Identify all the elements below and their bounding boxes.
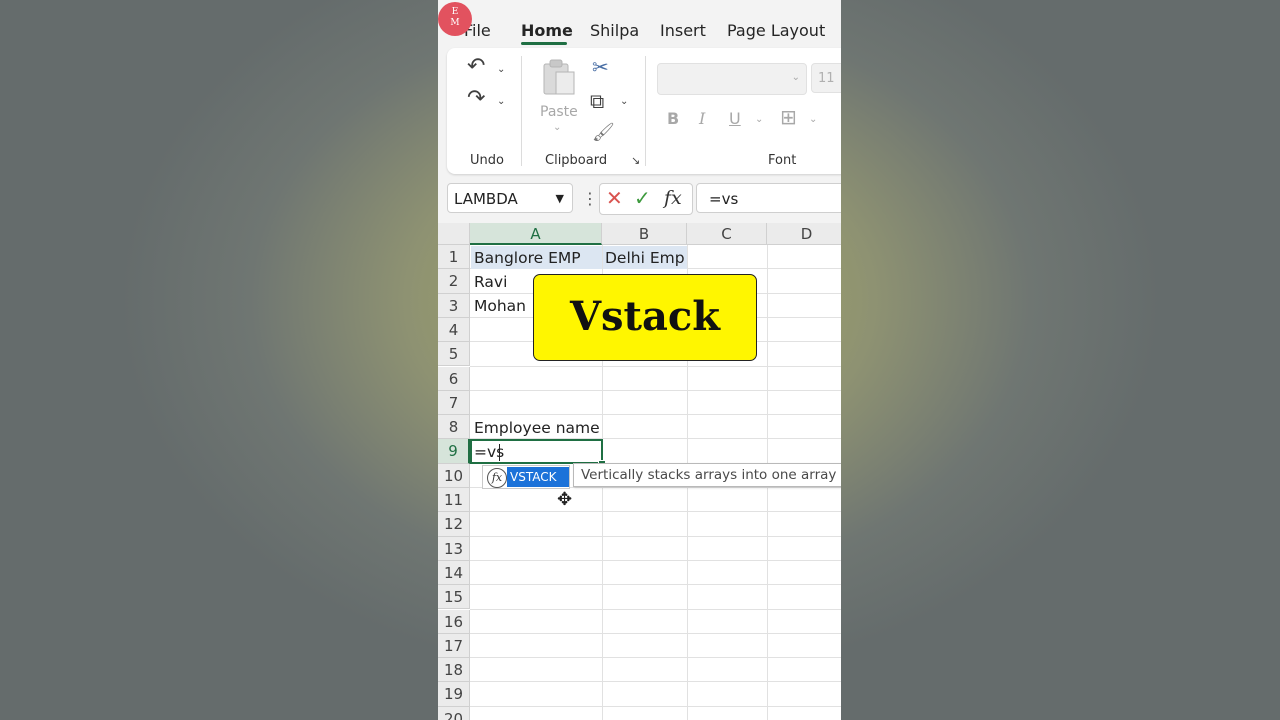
ribbon: ↶ ⌄ ↷ ⌄ Undo Paste ⌄ ✂ ⧉ ⌄ 🖌 Clipboard ↘… <box>447 48 841 174</box>
underline-button[interactable]: U <box>729 110 741 128</box>
name-box-value: LAMBDA <box>454 190 518 208</box>
row-gridline <box>470 657 841 659</box>
tab-shilpa[interactable]: Shilpa <box>590 21 639 40</box>
function-icon: fx <box>487 468 507 488</box>
row-gridline <box>470 365 841 367</box>
column-header-b[interactable]: B <box>602 223 687 245</box>
font-name-select[interactable]: ⌄ <box>657 63 807 95</box>
copy-dropdown-icon[interactable]: ⌄ <box>620 96 628 107</box>
enter-icon[interactable]: ✓ <box>634 187 651 209</box>
row-header-9[interactable]: 9 <box>438 439 470 464</box>
logo-letter-2: M <box>450 18 460 28</box>
text-caret <box>499 444 500 461</box>
bold-button[interactable]: B <box>667 110 679 128</box>
row-gridline <box>470 535 841 537</box>
undo-dropdown-icon[interactable]: ⌄ <box>497 64 505 75</box>
clipboard-group-label: Clipboard <box>545 153 608 168</box>
paste-icon[interactable] <box>542 58 578 98</box>
row-gridline <box>470 681 841 683</box>
logo-letter-1: E <box>451 7 459 17</box>
row-gridline <box>470 559 841 561</box>
row-header-4[interactable]: 4 <box>438 317 470 343</box>
row-header-1[interactable]: 1 <box>438 245 470 270</box>
formula-bar-row: LAMBDA ▼ ⋮ ✕ ✓ fx =vs <box>438 183 841 215</box>
italic-button[interactable]: I <box>699 110 705 128</box>
column-header-c[interactable]: C <box>687 223 767 245</box>
row-header-11[interactable]: 11 <box>438 488 470 513</box>
insert-function-icon[interactable]: fx <box>664 187 682 209</box>
cell-a3[interactable]: Mohan <box>474 297 526 315</box>
row-header-17[interactable]: 17 <box>438 633 470 659</box>
cancel-icon[interactable]: ✕ <box>606 187 623 209</box>
row-header-3[interactable]: 3 <box>438 293 470 318</box>
cell-b1[interactable]: Delhi Emp <box>605 249 685 267</box>
row-gridline <box>470 608 841 610</box>
row-header-10[interactable]: 10 <box>438 463 470 488</box>
tab-page-layout[interactable]: Page Layout <box>727 21 825 40</box>
row-header-14[interactable]: 14 <box>438 560 470 586</box>
cell-a8[interactable]: Employee name <box>474 419 600 437</box>
row-header-18[interactable]: 18 <box>438 658 470 683</box>
clipboard-launcher-icon[interactable]: ↘ <box>631 154 640 167</box>
font-group-label: Font <box>768 153 797 168</box>
row-header-12[interactable]: 12 <box>438 512 470 537</box>
row-gridline <box>470 584 841 586</box>
autocomplete-item-vstack[interactable]: VSTACK <box>507 467 569 487</box>
row-gridline <box>470 632 841 634</box>
cell-a2[interactable]: Ravi <box>474 273 507 291</box>
cut-icon[interactable]: ✂ <box>592 57 609 77</box>
row-header-7[interactable]: 7 <box>438 390 470 416</box>
row-header-6[interactable]: 6 <box>438 366 470 391</box>
select-all-corner[interactable] <box>438 223 470 245</box>
borders-dropdown-icon[interactable]: ⌄ <box>809 114 817 125</box>
name-box-dropdown-icon[interactable]: ▼ <box>556 184 564 214</box>
name-box[interactable]: LAMBDA ▼ <box>447 183 573 213</box>
row-gridline <box>470 414 841 416</box>
row-gridline <box>470 389 841 391</box>
ribbon-divider <box>521 56 522 166</box>
redo-icon[interactable]: ↷ <box>467 88 485 110</box>
tab-insert[interactable]: Insert <box>660 21 706 40</box>
font-size-select[interactable]: 11 <box>811 63 841 93</box>
tab-home[interactable]: Home <box>521 21 573 40</box>
row-header-5[interactable]: 5 <box>438 342 470 367</box>
row-gridline <box>470 705 841 707</box>
borders-icon[interactable]: ⊞ <box>780 107 797 127</box>
active-cell-a9[interactable]: =vs <box>470 439 603 464</box>
channel-logo: E M <box>438 2 472 36</box>
copy-icon[interactable]: ⧉ <box>590 91 604 111</box>
ribbon-divider <box>645 56 646 166</box>
column-header-a[interactable]: A <box>470 223 602 245</box>
row-header-2[interactable]: 2 <box>438 269 470 294</box>
paste-label[interactable]: Paste <box>540 104 578 120</box>
more-options-icon[interactable]: ⋮ <box>582 189 598 208</box>
undo-group-label: Undo <box>470 153 504 168</box>
redo-dropdown-icon[interactable]: ⌄ <box>497 96 505 107</box>
column-header-d[interactable]: D <box>767 223 841 245</box>
row-header-19[interactable]: 19 <box>438 682 470 707</box>
row-header-15[interactable]: 15 <box>438 585 470 610</box>
active-tab-indicator <box>521 42 567 45</box>
undo-icon[interactable]: ↶ <box>467 56 485 78</box>
row-header-20[interactable]: 20 <box>438 706 470 720</box>
underline-dropdown-icon[interactable]: ⌄ <box>755 114 763 125</box>
cell-a1[interactable]: Banglore EMP <box>474 249 581 267</box>
autocomplete-list: fx VSTACK <box>482 465 570 489</box>
row-header-13[interactable]: 13 <box>438 536 470 561</box>
paste-dropdown-icon[interactable]: ⌄ <box>553 122 561 133</box>
font-name-dropdown-icon[interactable]: ⌄ <box>792 72 800 83</box>
overlay-title-card: Vstack <box>533 274 757 361</box>
mouse-cursor-icon: ✥ <box>557 489 573 510</box>
format-painter-icon[interactable]: 🖌 <box>592 124 615 142</box>
row-header-16[interactable]: 16 <box>438 609 470 634</box>
ribbon-tabs: File Home Shilpa Insert Page Layout <box>438 0 841 48</box>
formula-buttons: ✕ ✓ fx <box>599 183 693 215</box>
function-tooltip: Vertically stacks arrays into one array <box>573 463 841 487</box>
row-header-8[interactable]: 8 <box>438 415 470 440</box>
row-gridline <box>470 511 841 513</box>
formula-input[interactable]: =vs <box>696 183 841 213</box>
